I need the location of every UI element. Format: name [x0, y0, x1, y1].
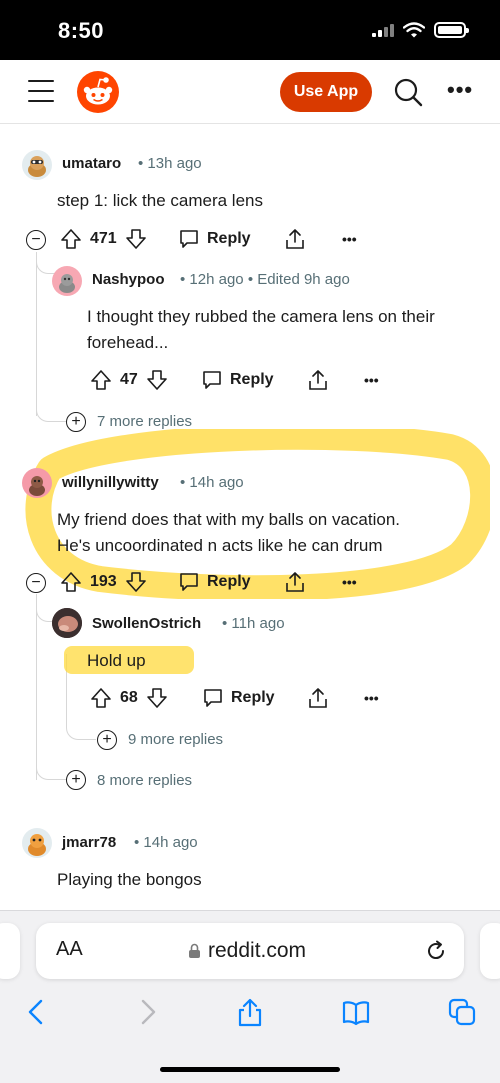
expand-replies-button[interactable]: + — [97, 730, 117, 750]
downvote-icon[interactable] — [146, 369, 168, 391]
reply-button[interactable]: Reply — [201, 369, 274, 391]
avatar[interactable] — [52, 266, 82, 296]
reply-icon — [180, 573, 198, 591]
comment-username[interactable]: SwollenOstrich — [92, 615, 201, 632]
battery-icon — [434, 22, 469, 38]
use-app-button[interactable]: Use App — [280, 72, 372, 112]
upvote-icon[interactable] — [90, 369, 112, 391]
comment-body: Hold up — [87, 651, 146, 670]
avatar[interactable] — [22, 468, 52, 498]
vote-count: 68 — [120, 689, 138, 706]
upvote-icon[interactable] — [90, 687, 112, 709]
comment-body: I thought they rubbed the camera lens on… — [87, 307, 435, 326]
status-time: 8:50 — [58, 18, 105, 43]
more-options-icon[interactable]: ••• — [342, 574, 357, 590]
back-icon[interactable] — [22, 997, 52, 1027]
app-header: Use App ••• — [0, 60, 500, 124]
comment-body: He's uncoordinated n acts like he can dr… — [57, 536, 383, 555]
share-icon[interactable] — [307, 687, 329, 709]
next-tab-card[interactable] — [480, 923, 500, 979]
lock-icon — [189, 943, 200, 958]
share-icon[interactable] — [235, 997, 265, 1027]
vote-count: 193 — [90, 573, 117, 590]
more-options-icon[interactable]: ••• — [364, 372, 379, 388]
reload-icon[interactable] — [424, 939, 448, 963]
comment-username[interactable]: willynillywitty — [62, 474, 159, 491]
collapse-button[interactable]: − — [26, 573, 46, 593]
cellular-signal-icon — [372, 23, 394, 37]
vote-group: 68 — [90, 687, 168, 709]
status-icons — [372, 22, 469, 38]
comment-username[interactable]: jmarr78 — [62, 834, 116, 851]
tabs-icon[interactable] — [447, 997, 477, 1027]
comment-timestamp: • 13h ago — [138, 155, 202, 172]
comment-timestamp: • 14h ago — [134, 834, 198, 851]
wifi-icon — [403, 22, 425, 38]
comment-timestamp: • 14h ago — [180, 474, 244, 491]
share-icon[interactable] — [284, 571, 306, 593]
url-text: reddit.com — [208, 939, 307, 962]
thread-branch — [36, 252, 56, 274]
url-display[interactable]: reddit.com — [188, 939, 306, 963]
search-icon[interactable] — [393, 77, 423, 107]
reply-icon — [203, 371, 221, 389]
collapse-button[interactable]: − — [26, 230, 46, 250]
more-replies-link[interactable]: 7 more replies — [97, 413, 192, 430]
reply-button[interactable]: Reply — [202, 687, 275, 709]
thread-branch — [36, 374, 66, 422]
reply-icon — [204, 689, 222, 707]
comment-body: step 1: lick the camera lens — [57, 191, 263, 210]
more-replies-link[interactable]: 9 more replies — [128, 731, 223, 748]
reddit-logo-icon[interactable] — [76, 70, 120, 114]
more-options-icon[interactable]: ••• — [447, 79, 473, 101]
home-indicator — [160, 1067, 340, 1072]
browser-toolbar: AA reddit.com — [0, 910, 500, 1083]
downvote-icon[interactable] — [146, 687, 168, 709]
downvote-icon[interactable] — [125, 228, 147, 250]
downvote-icon[interactable] — [125, 571, 147, 593]
vote-group: 193 — [60, 571, 147, 593]
comment-thread: umataro • 13h ago step 1: lick the camer… — [0, 124, 500, 910]
forward-icon[interactable] — [132, 997, 162, 1027]
address-bar[interactable]: AA reddit.com — [36, 923, 464, 979]
reply-icon — [180, 230, 198, 248]
upvote-icon[interactable] — [60, 571, 82, 593]
share-icon[interactable] — [284, 228, 306, 250]
upvote-icon[interactable] — [60, 228, 82, 250]
avatar[interactable] — [22, 150, 52, 180]
comment-username[interactable]: umataro — [62, 155, 121, 172]
comment-body: Playing the bongos — [57, 870, 202, 889]
expand-replies-button[interactable]: + — [66, 770, 86, 790]
comment-username[interactable]: Nashypoo — [92, 271, 165, 288]
more-options-icon[interactable]: ••• — [342, 231, 357, 247]
comment-body: forehead... — [87, 333, 169, 352]
more-options-icon[interactable]: ••• — [364, 690, 379, 706]
previous-tab-card[interactable] — [0, 923, 20, 979]
vote-count: 471 — [90, 230, 117, 247]
avatar[interactable] — [22, 828, 52, 858]
vote-count: 47 — [120, 371, 138, 388]
menu-icon[interactable] — [28, 80, 54, 102]
comment-timestamp: • 12h ago • Edited 9h ago — [180, 271, 350, 288]
comment-body: My friend does that with my balls on vac… — [57, 510, 400, 529]
thread-branch — [36, 724, 66, 780]
bookmarks-icon[interactable] — [341, 997, 371, 1027]
reply-button[interactable]: Reply — [178, 228, 251, 250]
avatar[interactable] — [52, 608, 82, 638]
reply-button[interactable]: Reply — [178, 571, 251, 593]
text-size-button[interactable]: AA — [56, 938, 83, 961]
share-icon[interactable] — [307, 369, 329, 391]
vote-group: 47 — [90, 369, 168, 391]
status-bar: 8:50 — [0, 0, 500, 60]
more-replies-link[interactable]: 8 more replies — [97, 772, 192, 789]
comment-timestamp: • 11h ago — [222, 615, 285, 632]
vote-group: 471 — [60, 228, 147, 250]
